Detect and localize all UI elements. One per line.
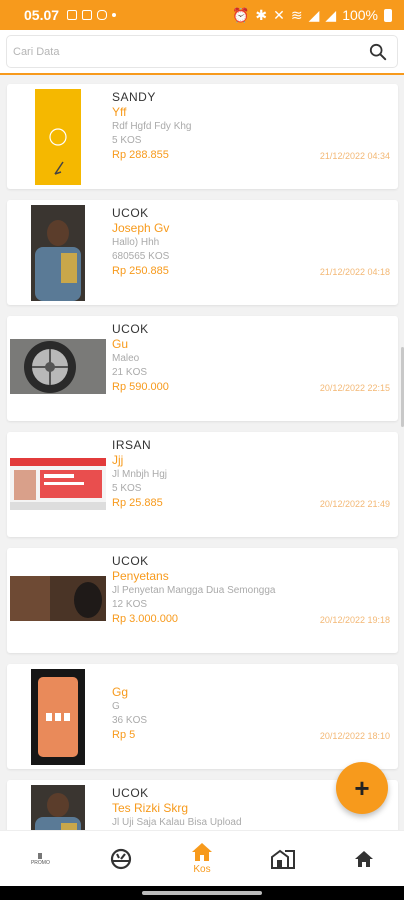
item-name: Tes Rizki Skrg (112, 801, 189, 815)
instagram-icon (97, 10, 108, 20)
alarm-icon: ⏰ (231, 6, 250, 23)
item-date: 21/12/2022 04:34 (319, 151, 390, 161)
item-user: UCOK (112, 206, 149, 220)
system-nav-bar (0, 886, 404, 900)
search-box[interactable] (6, 35, 398, 68)
wifi-icon: ≋ (290, 6, 303, 23)
nav-item-dashboard[interactable] (81, 831, 162, 886)
item-user: IRSAN (112, 438, 152, 452)
search-icon[interactable] (369, 43, 387, 61)
card-icon (82, 10, 93, 20)
item-thumbnail (10, 458, 106, 510)
bluetooth-icon: ✱ (255, 6, 268, 23)
item-user: UCOK (112, 786, 149, 800)
item-address: Hallo) Hhh (112, 237, 160, 248)
nav-item-promo[interactable]: PROMO (0, 831, 81, 886)
system-status: ⏰ ✱ ✕ ≋ ◢ ◢ 100% (232, 7, 392, 24)
mute-icon: ✕ (273, 6, 285, 23)
nav-item-kos[interactable]: Kos (162, 831, 243, 886)
notification-icons (67, 10, 117, 20)
item-price: Rp 3.000.000 (112, 613, 179, 625)
item-thumbnail (31, 669, 85, 765)
plus-icon: + (354, 773, 370, 803)
item-address: Jl Penyetan Mangga Dua Semongga (112, 585, 276, 596)
item-address: Jl Uji Saja Kalau Bisa Upload (112, 817, 242, 828)
home-gesture-handle[interactable] (142, 891, 262, 895)
item-user: SANDY (112, 90, 156, 104)
item-user: UCOK (112, 322, 149, 336)
add-button[interactable]: + (336, 762, 388, 814)
battery-percent: 100% (342, 7, 378, 23)
item-qty: 36 KOS (112, 715, 148, 726)
item-name: Gg (112, 685, 129, 699)
nav-item-buildings[interactable] (242, 831, 323, 886)
promo-icon (38, 852, 43, 859)
item-date: 20/12/2022 18:10 (319, 731, 390, 741)
item-price: Rp 5 (112, 729, 136, 741)
nav-promo-label: PROMO (30, 859, 50, 866)
item-thumbnail (35, 89, 81, 185)
item-thumbnail (10, 339, 106, 394)
item-qty: 5 KOS (112, 483, 142, 494)
item-name: Penyetans (112, 569, 169, 583)
item-user: UCOK (112, 554, 149, 568)
search-bar (0, 30, 404, 75)
item-price: Rp 25.885 (112, 497, 163, 509)
dashboard-icon (111, 848, 132, 869)
building-icon (270, 849, 295, 869)
item-qty: 21 KOS (112, 367, 148, 378)
item-qty: 12 KOS (112, 599, 148, 610)
sim-icon (67, 10, 78, 20)
status-bar: 05.07 ⏰ ✱ ✕ ≋ ◢ ◢ 100% (0, 0, 404, 30)
item-address: Jl Mnbjh Hgj (112, 469, 168, 480)
list-item[interactable]: Gg G 36 KOS Rp 5 20/12/2022 18:10 (7, 664, 398, 769)
item-name: Jjj (112, 453, 124, 467)
item-thumbnail (31, 785, 85, 830)
item-date: 20/12/2022 19:18 (319, 615, 390, 625)
item-thumbnail (10, 576, 106, 621)
more-notifications-icon (112, 13, 117, 17)
nav-item-house[interactable] (323, 831, 404, 886)
nav-kos-label: Kos (193, 864, 211, 875)
item-name: Gu (112, 337, 129, 351)
signal-2-icon: ◢ (325, 6, 337, 23)
list-item[interactable]: UCOK Joseph Gv Hallo) Hhh 680565 KOS Rp … (7, 200, 398, 305)
list-item[interactable]: UCOK Gu Maleo 21 KOS Rp 590.000 20/12/20… (7, 316, 398, 421)
item-qty: 680565 KOS (112, 251, 170, 262)
list-item[interactable]: SANDY Yff Rdf Hgfd Fdy Khg 5 KOS Rp 288.… (7, 84, 398, 189)
list-item[interactable]: UCOK Penyetans Jl Penyetan Mangga Dua Se… (7, 548, 398, 653)
item-price: Rp 288.855 (112, 149, 169, 161)
item-date: 20/12/2022 21:49 (319, 499, 390, 509)
item-qty: 5 KOS (112, 135, 142, 146)
search-input[interactable] (13, 45, 369, 58)
bottom-nav: PROMO Kos (0, 830, 404, 886)
record-list[interactable]: SANDY Yff Rdf Hgfd Fdy Khg 5 KOS Rp 288.… (0, 77, 404, 830)
item-price: Rp 590.000 (112, 381, 169, 393)
battery-icon (384, 8, 392, 22)
item-address: Rdf Hgfd Fdy Khg (112, 121, 192, 132)
item-name: Yff (112, 105, 127, 119)
item-thumbnail (31, 205, 85, 301)
item-price: Rp 250.885 (112, 265, 169, 277)
item-address: G (112, 701, 120, 712)
item-date: 21/12/2022 04:18 (319, 267, 390, 277)
item-name: Joseph Gv (112, 221, 170, 235)
list-item[interactable]: IRSAN Jjj Jl Mnbjh Hgj 5 KOS Rp 25.885 2… (7, 432, 398, 537)
item-date: 20/12/2022 22:15 (319, 383, 390, 393)
home-icon (191, 843, 212, 861)
signal-icon: ◢ (308, 6, 320, 23)
status-time: 05.07 (24, 7, 60, 23)
house-icon (354, 850, 373, 867)
item-address: Maleo (112, 353, 140, 364)
